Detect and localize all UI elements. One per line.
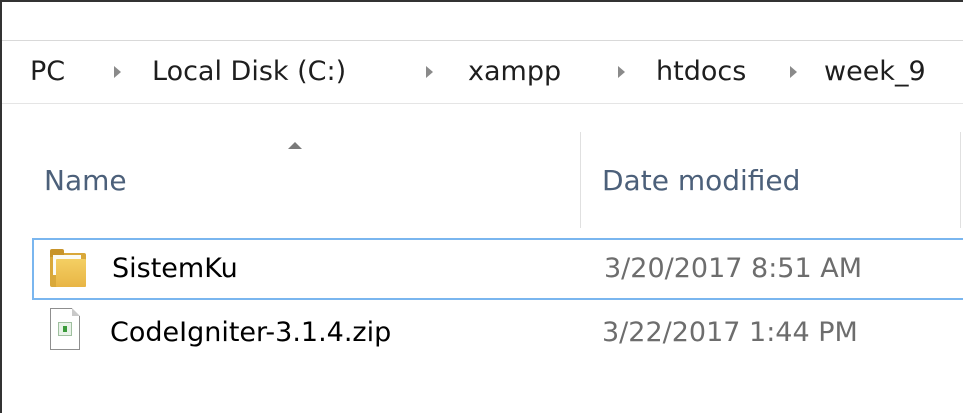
breadcrumb-separator-icon[interactable] <box>114 66 121 78</box>
file-date-modified: 3/20/2017 8:51 AM <box>604 253 863 284</box>
column-resize-handle[interactable] <box>960 132 961 228</box>
folder-icon <box>50 249 86 289</box>
file-date-modified: 3/22/2017 1:44 PM <box>602 317 858 348</box>
file-row-codeigniter-zip[interactable]: CodeIgniter-3.1.4.zip 3/22/2017 1:44 PM <box>32 304 963 366</box>
column-header-date-modified[interactable]: Date modified <box>602 134 800 228</box>
sort-ascending-icon <box>288 142 302 149</box>
breadcrumb-item-local-disk[interactable]: Local Disk (C:) <box>152 41 346 105</box>
column-resize-handle[interactable] <box>580 132 581 228</box>
breadcrumb-item-week-9[interactable]: week_9 <box>824 41 926 105</box>
file-name: SistemKu <box>112 253 238 284</box>
window-top-area <box>2 2 963 40</box>
breadcrumb-item-pc[interactable]: PC <box>30 41 65 105</box>
zip-file-icon <box>50 308 82 352</box>
breadcrumb-separator-icon[interactable] <box>790 66 797 78</box>
file-name: CodeIgniter-3.1.4.zip <box>110 317 392 348</box>
address-bar-divider <box>2 103 963 104</box>
explorer-window: : PC Local Disk (C:) xampp htdocs week_9… <box>0 0 963 413</box>
breadcrumb-item-htdocs[interactable]: htdocs <box>656 41 746 105</box>
file-row-sistemku[interactable]: SistemKu 3/20/2017 8:51 AM <box>32 238 963 300</box>
breadcrumb-item-xampp[interactable]: xampp <box>468 41 561 105</box>
breadcrumb-separator-icon[interactable] <box>618 66 625 78</box>
breadcrumb-separator-icon[interactable] <box>426 66 433 78</box>
column-header-name[interactable]: Name <box>44 134 127 228</box>
address-bar[interactable]: : PC Local Disk (C:) xampp htdocs week_9 <box>2 40 963 104</box>
breadcrumb-cut-prefix: : <box>2 41 5 105</box>
